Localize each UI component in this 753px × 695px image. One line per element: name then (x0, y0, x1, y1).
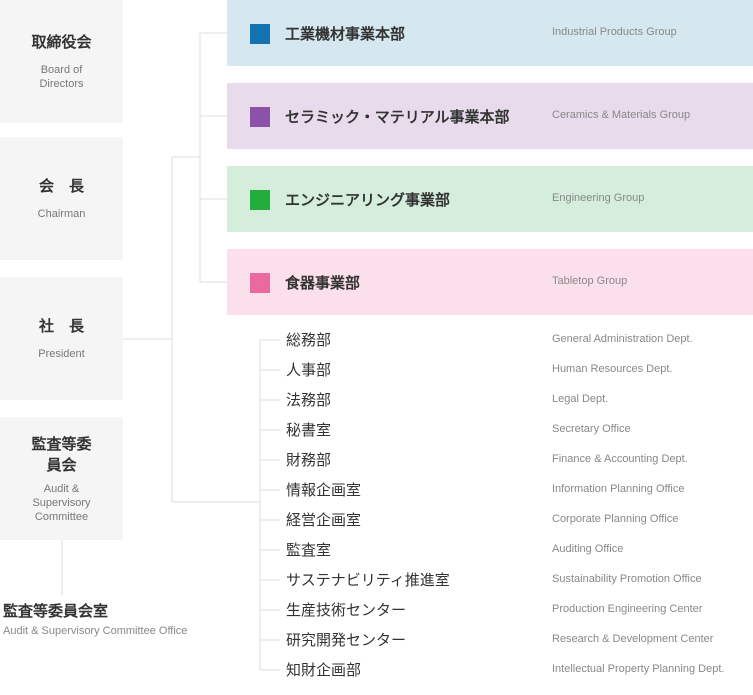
department-item: 人事部 Human Resources Dept. (0, 360, 753, 390)
department-item: 研究開発センター Research & Development Center (0, 630, 753, 660)
group-name-ja: 工業機材事業本部 (285, 25, 406, 43)
department-name-ja: 知財企画部 (286, 661, 362, 679)
department-item: 財務部 Finance & Accounting Dept. (0, 450, 753, 480)
department-item: 知財企画部 Intellectual Property Planning Dept… (0, 660, 753, 690)
department-name-en: Finance & Accounting Dept. (552, 453, 688, 465)
department-item: 総務部 General Administration Dept. (0, 330, 753, 360)
board-of-directors-en: Board of Directors (39, 64, 84, 90)
department-name-ja: 総務部 (286, 331, 332, 349)
group-name-ja: 食器事業部 (285, 274, 361, 292)
department-name-en: Research & Development Center (552, 633, 714, 645)
department-name-ja: 情報企画室 (286, 481, 362, 499)
department-name-ja: サステナビリティ推進室 (286, 571, 450, 589)
department-name-en: Legal Dept. (552, 393, 609, 405)
group-swatch (250, 273, 270, 293)
department-name-ja: 人事部 (286, 361, 332, 379)
group-name-en: Ceramics & Materials Group (552, 109, 691, 121)
group-tabletop: 食器事業部 Tabletop Group (227, 249, 753, 315)
chairman-box: 会 長 Chairman (0, 137, 123, 260)
department-item: 生産技術センター Production Engineering Center (0, 600, 753, 630)
department-name-ja: 研究開発センター (286, 631, 407, 649)
group-swatch (250, 24, 270, 44)
department-item: 経営企画室 Corporate Planning Office (0, 510, 753, 540)
department-name-ja: 法務部 (286, 391, 332, 409)
department-name-en: General Administration Dept. (552, 333, 693, 345)
department-name-en: Production Engineering Center (552, 603, 703, 615)
department-name-en: Auditing Office (552, 543, 624, 555)
department-item: 情報企画室 Information Planning Office (0, 480, 753, 510)
group-name-ja: セラミック・マテリアル事業本部 (285, 108, 510, 126)
department-item: サステナビリティ推進室 Sustainability Promotion Offi… (0, 570, 753, 600)
group-name-ja: エンジニアリング事業部 (285, 191, 451, 209)
group-industrial-products: 工業機材事業本部 Industrial Products Group (227, 0, 753, 66)
group-swatch (250, 190, 270, 210)
chairman-en: Chairman (37, 208, 86, 220)
department-name-en: Intellectual Property Planning Dept. (552, 663, 725, 675)
board-of-directors-ja: 取締役会 (31, 33, 92, 51)
group-name-en: Tabletop Group (552, 275, 628, 287)
board-of-directors-box: 取締役会 Board of Directors (0, 0, 123, 123)
department-name-ja: 秘書室 (286, 421, 332, 439)
department-name-ja: 財務部 (286, 451, 332, 469)
group-ceramics-materials: セラミック・マテリアル事業本部 Ceramics & Materials Gro… (227, 83, 753, 149)
department-item: 監査室 Auditing Office (0, 540, 753, 570)
department-item: 秘書室 Secretary Office (0, 420, 753, 450)
department-name-ja: 監査室 (286, 541, 332, 559)
group-name-en: Engineering Group (552, 192, 645, 204)
department-name-en: Sustainability Promotion Office (552, 573, 702, 585)
group-engineering: エンジニアリング事業部 Engineering Group (227, 166, 753, 232)
chairman-ja: 会 長 (38, 177, 84, 195)
department-name-en: Corporate Planning Office (552, 513, 679, 525)
department-item: 法務部 Legal Dept. (0, 390, 753, 420)
department-name-en: Human Resources Dept. (552, 363, 673, 375)
department-name-en: Information Planning Office (552, 483, 685, 495)
department-name-ja: 生産技術センター (286, 601, 407, 619)
group-swatch (250, 107, 270, 127)
department-name-ja: 経営企画室 (286, 511, 362, 529)
group-name-en: Industrial Products Group (552, 26, 677, 38)
department-name-en: Secretary Office (552, 423, 631, 435)
